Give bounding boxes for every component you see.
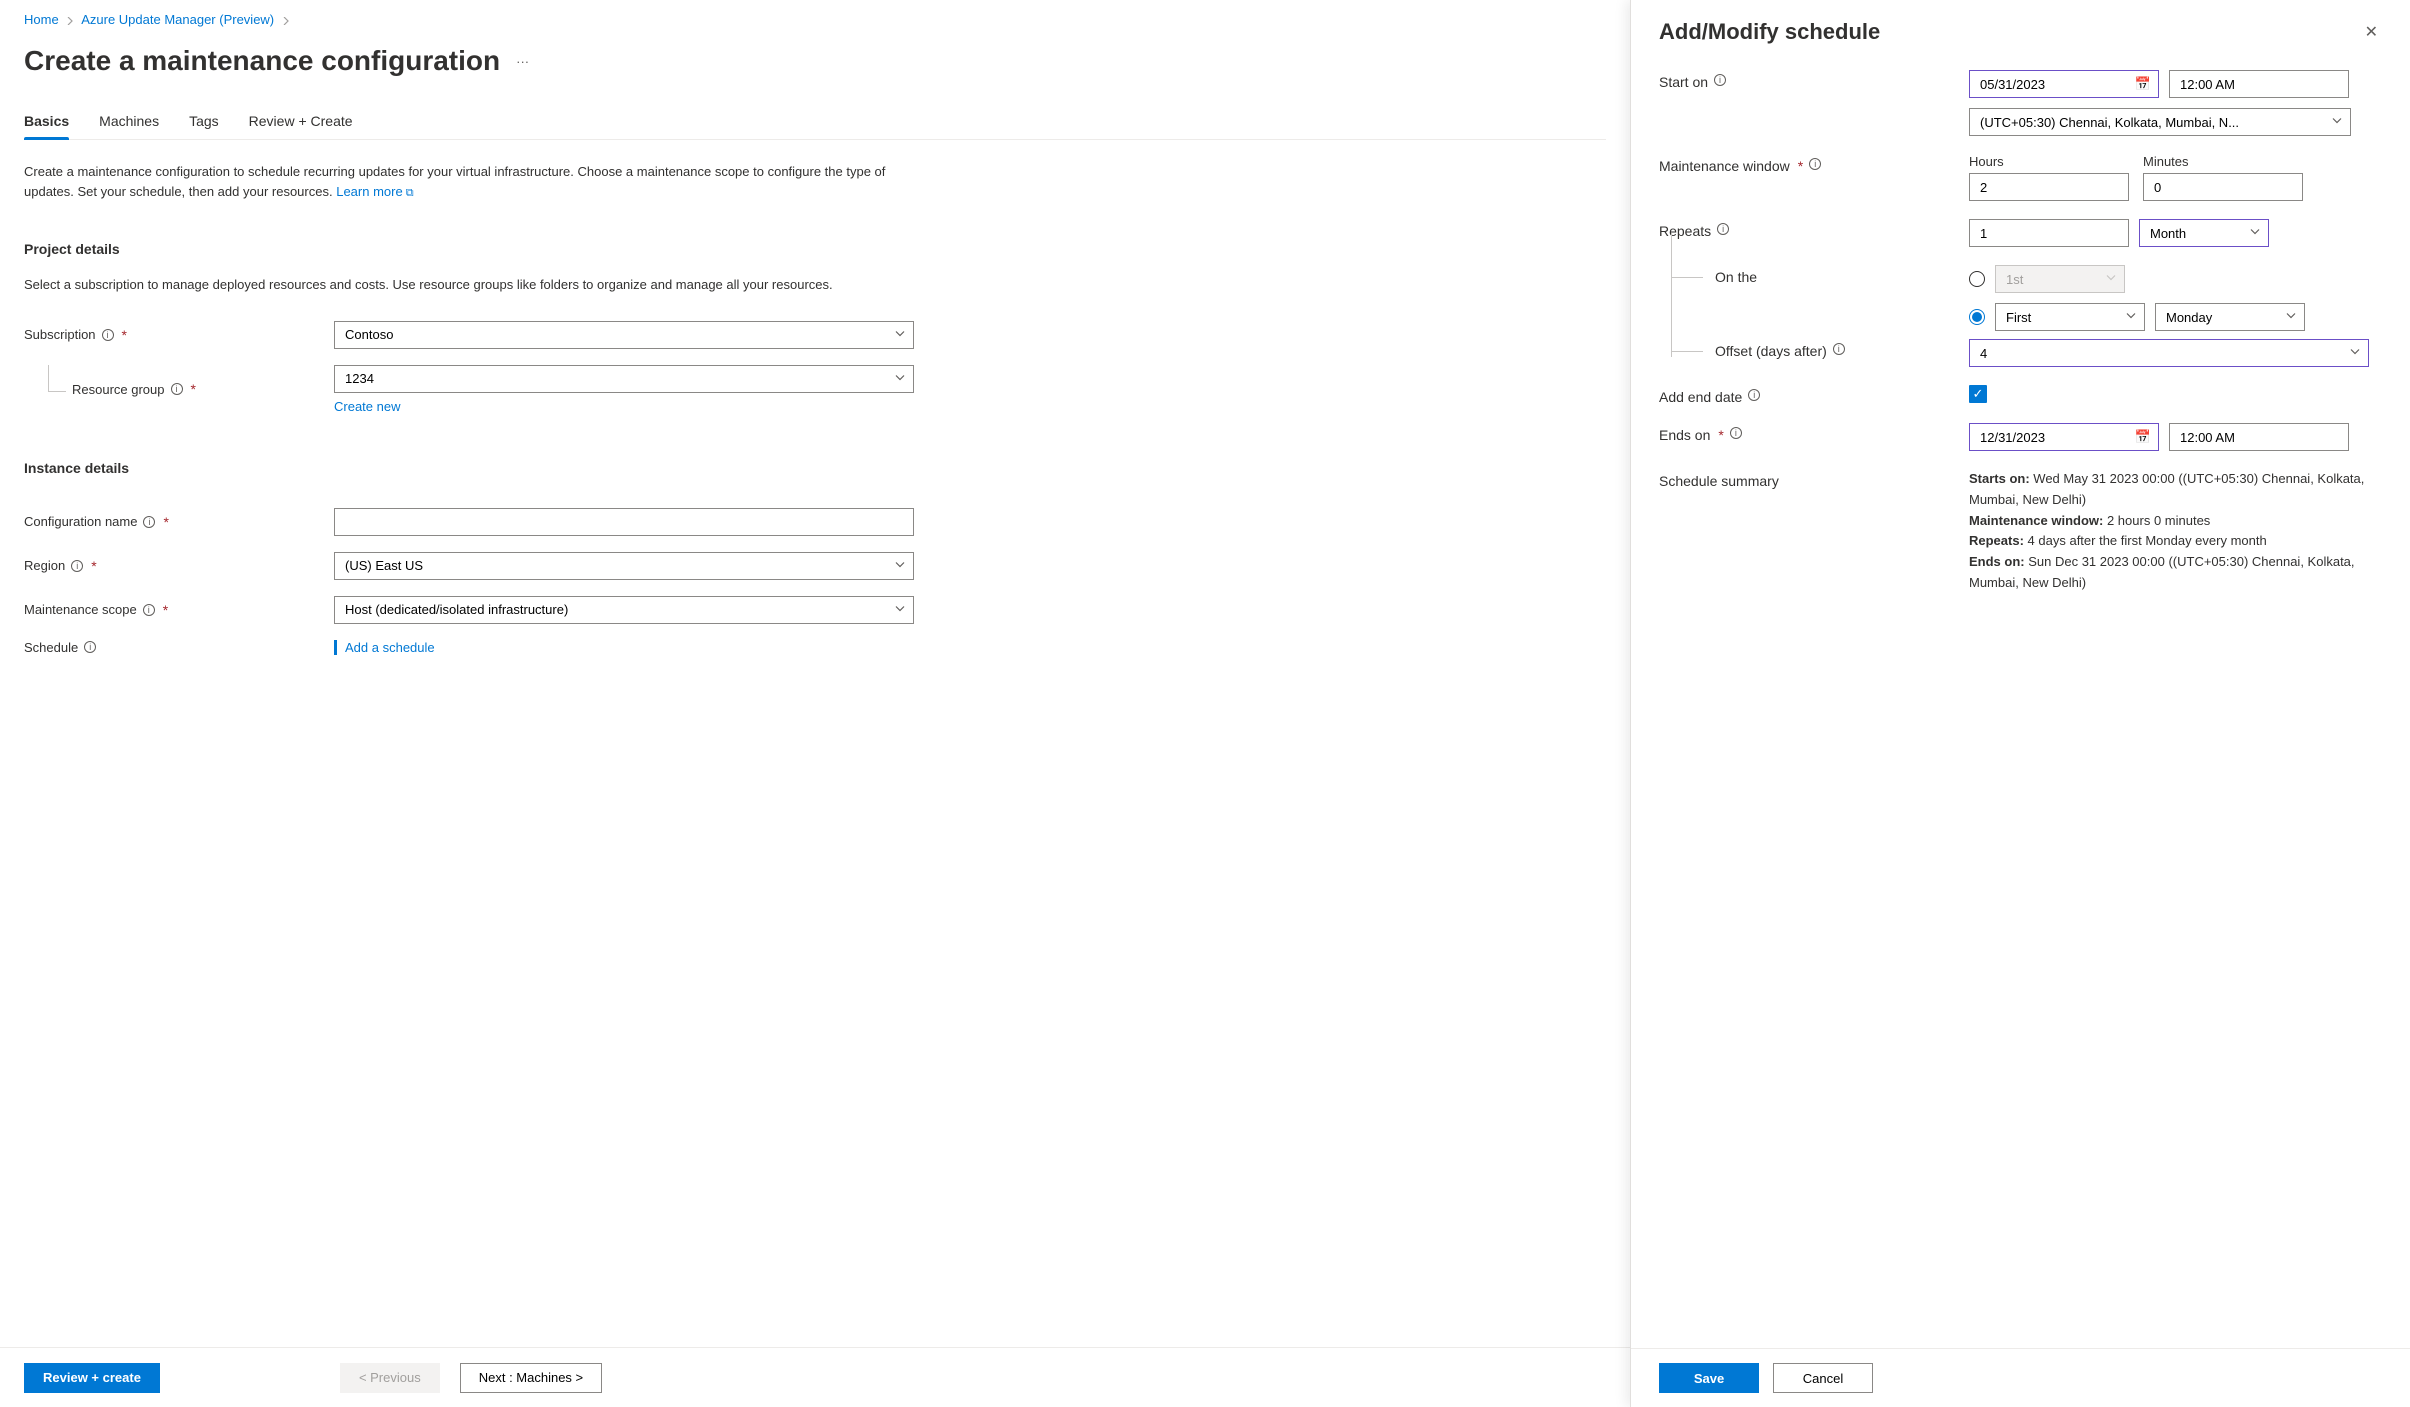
schedule-label: Schedule i	[24, 640, 334, 655]
tab-machines[interactable]: Machines	[99, 107, 159, 139]
required-indicator: *	[122, 327, 127, 343]
panel-footer: Save Cancel	[1631, 1348, 2410, 1407]
chevron-right-icon	[282, 12, 290, 27]
weekday-select[interactable]	[2155, 303, 2305, 331]
required-indicator: *	[91, 558, 96, 574]
tab-tags[interactable]: Tags	[189, 107, 219, 139]
region-label: Region i *	[24, 558, 334, 574]
previous-button: < Previous	[340, 1363, 440, 1393]
cancel-button[interactable]: Cancel	[1773, 1363, 1873, 1393]
resource-group-select[interactable]	[334, 365, 914, 393]
on-the-label: On the	[1659, 265, 1969, 331]
required-indicator: *	[1798, 158, 1803, 174]
chevron-right-icon	[66, 12, 74, 27]
hours-input[interactable]	[1969, 173, 2129, 201]
ordinal-select[interactable]	[1995, 303, 2145, 331]
minutes-input[interactable]	[2143, 173, 2303, 201]
ends-on-label: Ends on * i	[1659, 423, 1969, 451]
subscription-select[interactable]	[334, 321, 914, 349]
info-icon[interactable]: i	[143, 604, 155, 616]
info-icon[interactable]: i	[71, 560, 83, 572]
review-create-button[interactable]: Review + create	[24, 1363, 160, 1393]
schedule-summary: Starts on: Wed May 31 2023 00:00 ((UTC+0…	[1969, 469, 2369, 594]
on-the-day-radio[interactable]	[1969, 271, 1985, 287]
breadcrumb-parent[interactable]: Azure Update Manager (Preview)	[81, 12, 274, 27]
timezone-select[interactable]	[1969, 108, 2351, 136]
breadcrumb-home[interactable]: Home	[24, 12, 59, 27]
start-on-label: Start on i	[1659, 70, 1969, 136]
minutes-label: Minutes	[2143, 154, 2303, 169]
add-end-date-label: Add end date i	[1659, 385, 1969, 405]
required-indicator: *	[163, 514, 168, 530]
region-select[interactable]	[334, 552, 914, 580]
repeats-count-input[interactable]	[1969, 219, 2129, 247]
scope-select[interactable]	[334, 596, 914, 624]
config-name-input[interactable]	[334, 508, 914, 536]
tabs: Basics Machines Tags Review + Create	[24, 107, 1606, 140]
info-icon[interactable]: i	[102, 329, 114, 341]
scope-label: Maintenance scope i *	[24, 602, 334, 618]
day-ordinal-select-disabled	[1995, 265, 2125, 293]
breadcrumb: Home Azure Update Manager (Preview)	[24, 12, 1606, 27]
page-title: Create a maintenance configuration	[24, 45, 500, 77]
add-schedule-link[interactable]: Add a schedule	[334, 640, 435, 655]
info-icon[interactable]: i	[1748, 389, 1760, 401]
end-time-input[interactable]	[2169, 423, 2349, 451]
section-project-desc: Select a subscription to manage deployed…	[24, 275, 924, 295]
hours-label: Hours	[1969, 154, 2129, 169]
start-date-input[interactable]	[1969, 70, 2159, 98]
info-icon[interactable]: i	[171, 383, 183, 395]
maintenance-window-label: Maintenance window * i	[1659, 154, 1969, 201]
repeats-label: Repeats i	[1659, 219, 1969, 247]
info-icon[interactable]: i	[1833, 343, 1845, 355]
schedule-summary-label: Schedule summary	[1659, 469, 1969, 594]
info-icon[interactable]: i	[1809, 158, 1821, 170]
wizard-footer: Review + create < Previous Next : Machin…	[0, 1347, 1630, 1407]
start-time-input[interactable]	[2169, 70, 2349, 98]
more-icon[interactable]: ···	[516, 54, 529, 69]
section-project-heading: Project details	[24, 241, 1606, 257]
offset-label: Offset (days after) i	[1659, 339, 1969, 367]
required-indicator: *	[1718, 427, 1723, 443]
required-indicator: *	[163, 602, 168, 618]
subscription-label: Subscription i *	[24, 327, 334, 343]
tab-review[interactable]: Review + Create	[249, 107, 353, 139]
info-icon[interactable]: i	[143, 516, 155, 528]
create-new-rg-link[interactable]: Create new	[334, 399, 400, 414]
info-icon[interactable]: i	[84, 641, 96, 653]
repeats-unit-select[interactable]	[2139, 219, 2269, 247]
offset-select[interactable]	[1969, 339, 2369, 367]
intro-text: Create a maintenance configuration to sc…	[24, 162, 924, 201]
resource-group-label: Resource group i *	[24, 381, 334, 397]
learn-more-link[interactable]: Learn more⧉	[336, 184, 413, 199]
required-indicator: *	[191, 381, 196, 397]
info-icon[interactable]: i	[1730, 427, 1742, 439]
end-date-input[interactable]	[1969, 423, 2159, 451]
on-the-weekday-radio[interactable]	[1969, 309, 1985, 325]
info-icon[interactable]: i	[1717, 223, 1729, 235]
config-name-label: Configuration name i *	[24, 514, 334, 530]
close-icon[interactable]: ✕	[2361, 18, 2382, 46]
section-instance-heading: Instance details	[24, 460, 1606, 476]
next-button[interactable]: Next : Machines >	[460, 1363, 602, 1393]
panel-title: Add/Modify schedule	[1659, 19, 1880, 45]
external-link-icon: ⧉	[406, 187, 414, 199]
add-end-date-checkbox[interactable]: ✓	[1969, 385, 1987, 403]
info-icon[interactable]: i	[1714, 74, 1726, 86]
tab-basics[interactable]: Basics	[24, 107, 69, 139]
save-button[interactable]: Save	[1659, 1363, 1759, 1393]
schedule-panel: Add/Modify schedule ✕ Start on i 📅	[1630, 0, 2410, 1407]
